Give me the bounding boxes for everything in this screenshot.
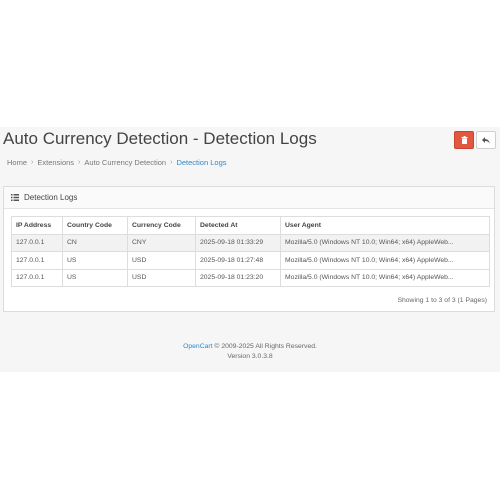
cell-ip-address: 127.0.0.1 bbox=[11, 251, 63, 270]
footer-copyright-line: OpenCart © 2009-2025 All Rights Reserved… bbox=[0, 342, 500, 352]
column-header-ip-address[interactable]: IP Address bbox=[11, 216, 63, 235]
delete-button[interactable] bbox=[454, 131, 474, 149]
breadcrumb-separator-icon: › bbox=[170, 159, 173, 166]
cell-detected-at: 2025-09-18 01:23:20 bbox=[195, 268, 281, 287]
panel-title: Detection Logs bbox=[24, 193, 78, 202]
cell-country-code: US bbox=[62, 251, 128, 270]
list-icon bbox=[11, 194, 19, 201]
panel-heading: Detection Logs bbox=[4, 187, 494, 209]
cell-detected-at: 2025-09-18 01:33:29 bbox=[195, 233, 281, 252]
breadcrumb-separator-icon: › bbox=[31, 159, 34, 166]
cell-currency-code: USD bbox=[127, 268, 196, 287]
cell-currency-code: USD bbox=[127, 251, 196, 270]
cell-country-code: US bbox=[62, 268, 128, 287]
column-header-detected-at[interactable]: Detected At bbox=[195, 216, 281, 235]
cell-currency-code: CNY bbox=[127, 233, 196, 252]
cell-country-code: CN bbox=[62, 233, 128, 252]
table-header-row: IP Address Country Code Currency Code De… bbox=[11, 216, 490, 235]
cell-ip-address: 127.0.0.1 bbox=[11, 268, 63, 287]
detection-logs-panel: Detection Logs IP Address Country Code C… bbox=[3, 186, 495, 312]
cell-user-agent: Mozilla/5.0 (Windows NT 10.0; Win64; x64… bbox=[280, 268, 490, 287]
breadcrumb-home[interactable]: Home bbox=[7, 158, 27, 167]
breadcrumb-auto-currency-detection[interactable]: Auto Currency Detection bbox=[84, 158, 166, 167]
footer-version: Version 3.0.3.8 bbox=[227, 353, 273, 360]
breadcrumb: Home › Extensions › Auto Currency Detect… bbox=[7, 158, 227, 167]
opencart-link[interactable]: OpenCart bbox=[183, 343, 212, 350]
table-row: 127.0.0.1 US USD 2025-09-18 01:27:48 Moz… bbox=[11, 251, 490, 270]
cell-detected-at: 2025-09-18 01:27:48 bbox=[195, 251, 281, 270]
breadcrumb-separator-icon: › bbox=[78, 159, 81, 166]
breadcrumb-extensions[interactable]: Extensions bbox=[37, 158, 74, 167]
column-header-country-code[interactable]: Country Code bbox=[62, 216, 128, 235]
cell-ip-address: 127.0.0.1 bbox=[11, 233, 63, 252]
reply-icon bbox=[482, 136, 490, 143]
detection-logs-table: IP Address Country Code Currency Code De… bbox=[11, 216, 490, 287]
footer-copyright: © 2009-2025 All Rights Reserved. bbox=[214, 343, 317, 350]
back-button[interactable] bbox=[476, 131, 496, 149]
column-header-user-agent[interactable]: User Agent bbox=[280, 216, 490, 235]
table-row: 127.0.0.1 US USD 2025-09-18 01:23:20 Moz… bbox=[11, 268, 490, 287]
footer: OpenCart © 2009-2025 All Rights Reserved… bbox=[0, 342, 500, 362]
page-title: Auto Currency Detection - Detection Logs bbox=[3, 129, 317, 148]
cell-user-agent: Mozilla/5.0 (Windows NT 10.0; Win64; x64… bbox=[280, 233, 490, 252]
trash-icon bbox=[461, 136, 467, 144]
cell-user-agent: Mozilla/5.0 (Windows NT 10.0; Win64; x64… bbox=[280, 251, 490, 270]
column-header-currency-code[interactable]: Currency Code bbox=[127, 216, 196, 235]
breadcrumb-detection-logs[interactable]: Detection Logs bbox=[176, 158, 226, 167]
pagination-info: Showing 1 to 3 of 3 (1 Pages) bbox=[397, 297, 487, 304]
table-row: 127.0.0.1 CN CNY 2025-09-18 01:33:29 Moz… bbox=[11, 233, 490, 252]
